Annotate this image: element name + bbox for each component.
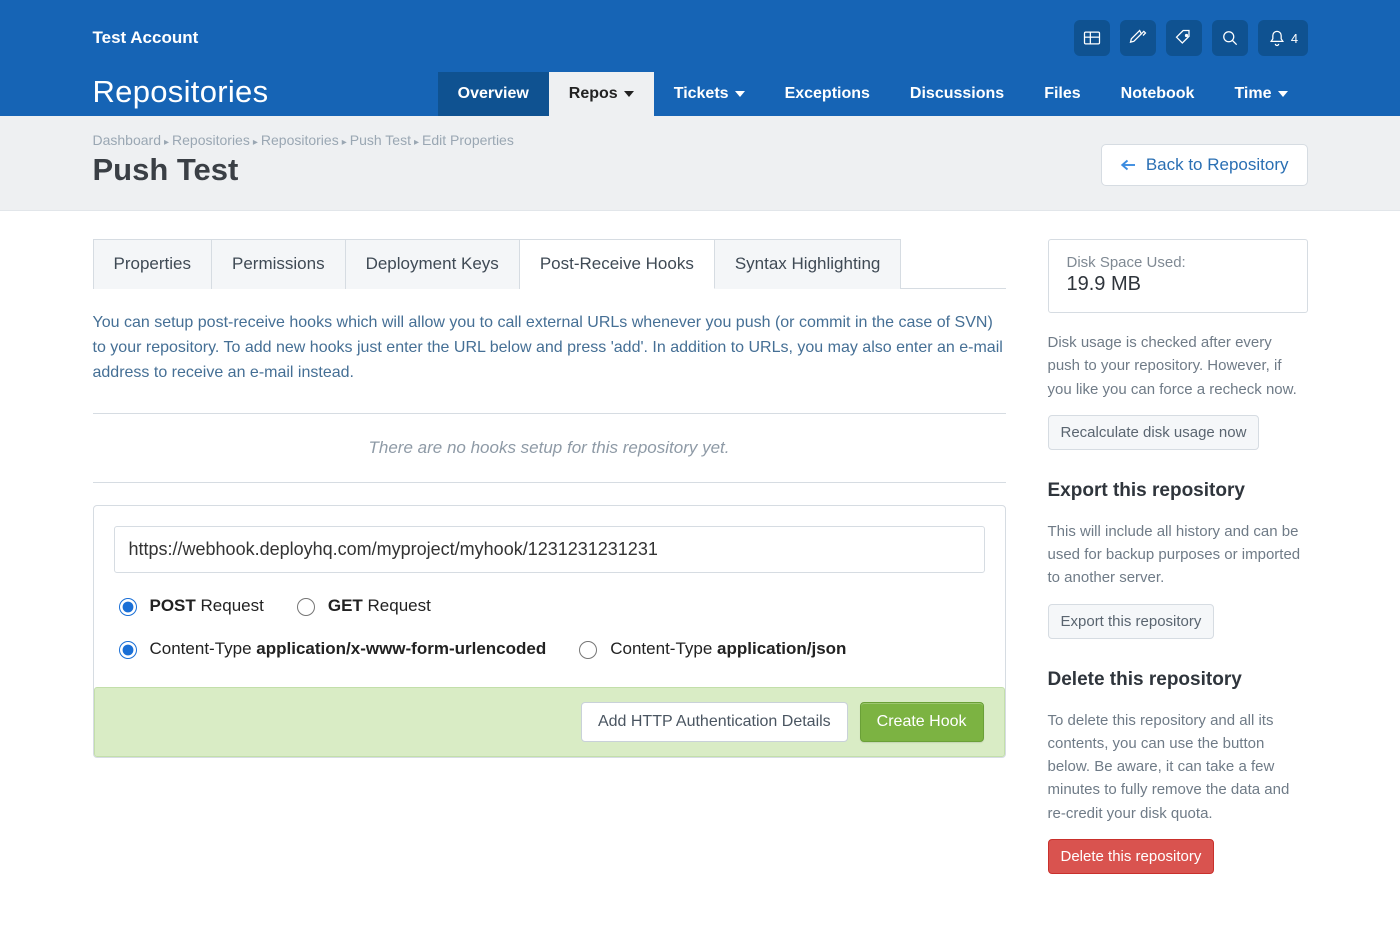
nav-files[interactable]: Files: [1024, 72, 1100, 116]
breadcrumb-item[interactable]: Edit Properties: [422, 132, 514, 148]
header-icons: 4: [1074, 20, 1308, 56]
dashboard-icon[interactable]: [1074, 20, 1110, 56]
tag-icon[interactable]: [1166, 20, 1202, 56]
notifications-count: 4: [1291, 31, 1298, 46]
empty-hooks-message: There are no hooks setup for this reposi…: [93, 432, 1006, 464]
left-column: PropertiesPermissionsDeployment KeysPost…: [93, 239, 1006, 874]
hook-url-input[interactable]: [114, 526, 985, 573]
disk-space-value: 19.9 MB: [1067, 273, 1289, 296]
radio-get-request[interactable]: GET Request: [292, 595, 431, 616]
form-action-bar: Add HTTP Authentication Details Create H…: [94, 687, 1005, 757]
disk-space-note: Disk usage is checked after every push t…: [1048, 331, 1308, 401]
ctype-form-radio[interactable]: [119, 641, 137, 659]
http-method-row: POST Request GET Request: [114, 595, 985, 616]
disk-space-label: Disk Space Used:: [1067, 254, 1289, 271]
main-nav: OverviewReposTicketsExceptionsDiscussion…: [438, 72, 1308, 116]
divider: [93, 413, 1006, 414]
tab-permissions[interactable]: Permissions: [212, 239, 346, 289]
recalculate-disk-button[interactable]: Recalculate disk usage now: [1048, 415, 1260, 450]
delete-note: To delete this repository and all its co…: [1048, 709, 1308, 825]
back-to-repository-button[interactable]: Back to Repository: [1101, 144, 1308, 186]
tab-properties[interactable]: Properties: [93, 239, 212, 289]
export-heading: Export this repository: [1048, 480, 1308, 502]
disk-space-box: Disk Space Used: 19.9 MB: [1048, 239, 1308, 313]
nav-discussions[interactable]: Discussions: [890, 72, 1024, 116]
get-radio[interactable]: [297, 598, 315, 616]
content-type-row: Content-Type application/x-www-form-urle…: [114, 638, 985, 659]
nav-notebook[interactable]: Notebook: [1101, 72, 1215, 116]
breadcrumb: Dashboard▸Repositories▸Repositories▸Push…: [93, 132, 514, 148]
chevron-down-icon: [624, 91, 634, 97]
notifications-icon[interactable]: 4: [1258, 20, 1308, 56]
top-bar: Test Account Repositories 4 OverviewRepo…: [0, 0, 1400, 116]
tab-deployment-keys[interactable]: Deployment Keys: [346, 239, 520, 289]
sub-header: Dashboard▸Repositories▸Repositories▸Push…: [0, 116, 1400, 211]
breadcrumb-item[interactable]: Push Test: [350, 132, 411, 148]
sidebar: Disk Space Used: 19.9 MB Disk usage is c…: [1048, 239, 1308, 874]
account-name[interactable]: Test Account: [93, 28, 199, 48]
delete-repository-button[interactable]: Delete this repository: [1048, 839, 1215, 874]
add-http-auth-button[interactable]: Add HTTP Authentication Details: [581, 702, 848, 742]
radio-post-request[interactable]: POST Request: [114, 595, 264, 616]
nav-repos[interactable]: Repos: [549, 72, 654, 116]
nav-exceptions[interactable]: Exceptions: [765, 72, 890, 116]
hooks-intro-text: You can setup post-receive hooks which w…: [93, 289, 1006, 395]
chevron-down-icon: [735, 91, 745, 97]
divider: [93, 482, 1006, 483]
radio-content-type-json[interactable]: Content-Type application/json: [574, 638, 846, 659]
delete-heading: Delete this repository: [1048, 669, 1308, 691]
page-title: Push Test: [93, 152, 514, 188]
breadcrumb-item[interactable]: Repositories: [261, 132, 339, 148]
breadcrumb-item[interactable]: Dashboard: [93, 132, 162, 148]
settings-tabs: PropertiesPermissionsDeployment KeysPost…: [93, 239, 1006, 289]
tab-syntax-highlighting[interactable]: Syntax Highlighting: [715, 239, 902, 289]
nav-overview[interactable]: Overview: [438, 72, 549, 116]
section-title: Repositories: [93, 74, 269, 110]
main-content: PropertiesPermissionsDeployment KeysPost…: [93, 211, 1308, 934]
create-hook-button[interactable]: Create Hook: [860, 702, 984, 742]
add-hook-form: POST Request GET Request Content-Type ap…: [93, 505, 1006, 758]
back-arrow-icon: [1120, 158, 1138, 172]
nav-tickets[interactable]: Tickets: [654, 72, 765, 116]
radio-content-type-form[interactable]: Content-Type application/x-www-form-urle…: [114, 638, 547, 659]
post-radio[interactable]: [119, 598, 137, 616]
search-icon[interactable]: [1212, 20, 1248, 56]
nav-time[interactable]: Time: [1214, 72, 1307, 116]
settings-icon[interactable]: [1120, 20, 1156, 56]
export-repository-button[interactable]: Export this repository: [1048, 604, 1215, 639]
chevron-down-icon: [1278, 91, 1288, 97]
breadcrumb-item[interactable]: Repositories: [172, 132, 250, 148]
ctype-json-radio[interactable]: [579, 641, 597, 659]
tab-post-receive-hooks[interactable]: Post-Receive Hooks: [520, 239, 715, 289]
export-note: This will include all history and can be…: [1048, 520, 1308, 590]
